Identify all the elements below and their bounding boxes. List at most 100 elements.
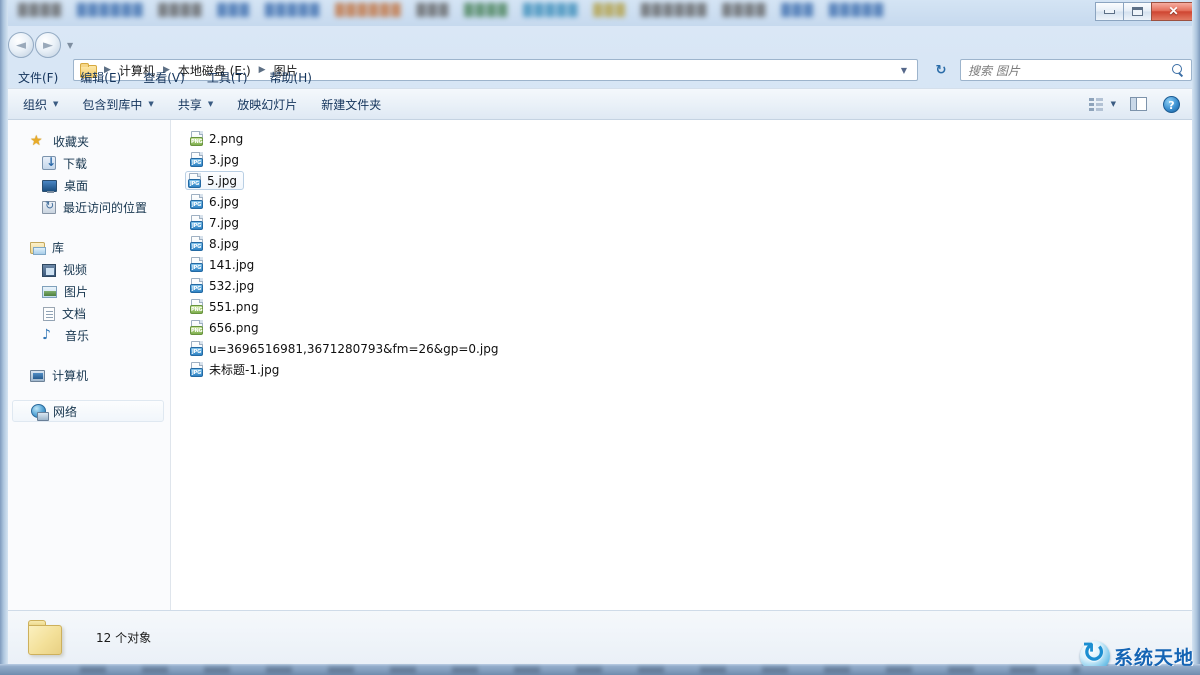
slideshow-label: 放映幻灯片: [237, 96, 297, 113]
maximize-button[interactable]: [1123, 2, 1152, 21]
documents-icon: [43, 307, 55, 321]
minimize-button[interactable]: [1095, 2, 1124, 21]
forward-arrow-icon: ►: [43, 39, 53, 52]
file-list-item[interactable]: JPG7.jpg: [183, 212, 1192, 233]
music-icon: ♪: [42, 327, 58, 343]
file-list-item[interactable]: JPG u=3696516981,3671280793&fm=26&gp=0.jp…: [183, 338, 1192, 359]
sidebar-group-favorites: ★ 收藏夹 下载 桌面 最近访问的位置: [8, 130, 170, 218]
file-item[interactable]: JPG3.jpg: [187, 150, 246, 169]
file-list-item[interactable]: PNG2.png: [183, 128, 1192, 149]
sidebar-item-network[interactable]: 网络: [12, 400, 164, 422]
new-folder-button[interactable]: 新建文件夹: [312, 91, 390, 118]
file-name-label: u=3696516981,3671280793&fm=26&gp=0.jpg: [209, 342, 498, 356]
sidebar-item-music[interactable]: ♪ 音乐: [8, 324, 170, 346]
file-item[interactable]: PNG2.png: [187, 129, 250, 148]
jpg-file-icon: JPG: [190, 236, 204, 251]
toolbar: 组织 ▼ 包含到库中 ▼ 共享 ▼ 放映幻灯片 新建文件夹 ▼ ?: [8, 88, 1192, 120]
preview-pane-split: [1131, 98, 1137, 110]
sidebar-item-label: 最近访问的位置: [63, 199, 147, 216]
sidebar-item-label: 库: [52, 239, 64, 256]
chevron-down-icon: ▼: [53, 100, 58, 108]
back-button[interactable]: ◄: [8, 32, 34, 58]
blurred-title-text: ████████████████████████████████████████…: [18, 2, 1068, 18]
file-item[interactable]: JPG 8.jpg: [187, 234, 246, 253]
png-file-icon: PNG: [190, 320, 204, 335]
blurred-title-chunk: ████: [464, 2, 509, 18]
sidebar-item-downloads[interactable]: 下载: [8, 152, 170, 174]
history-dropdown-icon[interactable]: ▼: [67, 41, 73, 50]
file-item[interactable]: JPG 141.jpg: [187, 255, 261, 274]
view-mode-icon[interactable]: [1089, 98, 1104, 111]
computer-icon: [30, 370, 45, 382]
title-bar: ████████████████████████████████████████…: [0, 0, 1200, 26]
sidebar-group-libraries: 库 视频 图片 文档 ♪ 音乐: [8, 236, 170, 346]
sidebar-item-label: 桌面: [64, 177, 88, 194]
slideshow-button[interactable]: 放映幻灯片: [228, 91, 306, 118]
sidebar-item-computer[interactable]: 计算机: [8, 364, 170, 386]
help-icon[interactable]: ?: [1163, 96, 1180, 113]
file-name-label: 141.jpg: [209, 258, 254, 272]
file-item[interactable]: JPG7.jpg: [187, 213, 246, 232]
large-folder-icon: [28, 620, 70, 656]
sidebar-item-libraries[interactable]: 库: [8, 236, 170, 258]
file-list-item[interactable]: JPG 8.jpg: [183, 233, 1192, 254]
sidebar-item-documents[interactable]: 文档: [8, 302, 170, 324]
file-list-item[interactable]: JPG未标题-1.jpg: [183, 359, 1192, 380]
file-list-item[interactable]: JPG6.jpg: [183, 191, 1192, 212]
file-list-item[interactable]: PNG551.png: [183, 296, 1192, 317]
file-name-label: 8.jpg: [209, 237, 239, 251]
jpg-file-icon: JPG: [190, 152, 204, 167]
sidebar-item-recent-places[interactable]: 最近访问的位置: [8, 196, 170, 218]
close-button[interactable]: ✕: [1151, 2, 1196, 21]
view-icon-cell: [1096, 98, 1103, 101]
file-icon-corner: [197, 173, 201, 177]
file-list-item[interactable]: JPG 141.jpg: [183, 254, 1192, 275]
file-type-badge: JPG: [190, 368, 203, 377]
view-mode-chevron-down-icon[interactable]: ▼: [1111, 100, 1116, 108]
blurred-title-chunk: █████: [523, 2, 579, 18]
file-list-item[interactable]: JPG532.jpg: [183, 275, 1192, 296]
preview-pane-icon[interactable]: [1130, 97, 1147, 111]
file-item-selected[interactable]: JPG5.jpg: [185, 171, 244, 190]
file-type-badge: JPG: [190, 263, 203, 272]
file-icon-corner: [199, 194, 203, 198]
file-icon-corner: [199, 236, 203, 240]
include-in-library-button[interactable]: 包含到库中 ▼: [73, 91, 162, 118]
navigation-buttons: ◄ ► ▼: [8, 32, 73, 58]
file-item[interactable]: JPG未标题-1.jpg: [187, 359, 286, 380]
sidebar-item-pictures[interactable]: 图片: [8, 280, 170, 302]
folder-body: [28, 625, 62, 655]
file-list-item[interactable]: PNG656.png: [183, 317, 1192, 338]
forward-button[interactable]: ►: [35, 32, 61, 58]
menu-item-help[interactable]: 帮助(H): [260, 66, 322, 89]
menu-item-view[interactable]: 查看(V): [133, 66, 195, 89]
menu-item-edit[interactable]: 编辑(E): [70, 66, 131, 89]
menu-item-tools[interactable]: 工具(T): [197, 66, 258, 89]
window-frame-right: [1192, 0, 1200, 666]
file-item[interactable]: JPG u=3696516981,3671280793&fm=26&gp=0.jp…: [187, 339, 505, 358]
file-item[interactable]: PNG656.png: [187, 318, 266, 337]
sidebar-item-label: 收藏夹: [53, 133, 89, 150]
organize-button[interactable]: 组织 ▼: [14, 91, 67, 118]
view-icon-cell: [1096, 108, 1103, 111]
blurred-title-chunk: ██████: [641, 2, 708, 18]
file-item[interactable]: PNG551.png: [187, 297, 266, 316]
file-list[interactable]: PNG2.png JPG3.jpg JPG5.jpg JPG6.jpg JPG7.jpg…: [171, 120, 1192, 610]
sidebar-item-label: 下载: [63, 155, 87, 172]
menu-item-file[interactable]: 文件(F): [8, 66, 68, 89]
file-list-item[interactable]: JPG5.jpg: [183, 170, 1192, 191]
sidebar-item-favorites[interactable]: ★ 收藏夹: [8, 130, 170, 152]
include-in-library-label: 包含到库中: [82, 96, 142, 113]
explorer-window: ████████████████████████████████████████…: [0, 0, 1200, 675]
sidebar-item-desktop[interactable]: 桌面: [8, 174, 170, 196]
file-list-item[interactable]: JPG3.jpg: [183, 149, 1192, 170]
file-type-badge: JPG: [190, 347, 203, 356]
file-item[interactable]: JPG6.jpg: [187, 192, 246, 211]
share-button[interactable]: 共享 ▼: [169, 91, 222, 118]
view-icon-cell: [1089, 103, 1094, 106]
blurred-title-chunk: ████: [18, 2, 63, 18]
file-item[interactable]: JPG532.jpg: [187, 276, 261, 295]
jpg-file-icon: JPG: [188, 173, 202, 188]
sidebar-item-videos[interactable]: 视频: [8, 258, 170, 280]
sidebar-spacer: [8, 386, 170, 400]
